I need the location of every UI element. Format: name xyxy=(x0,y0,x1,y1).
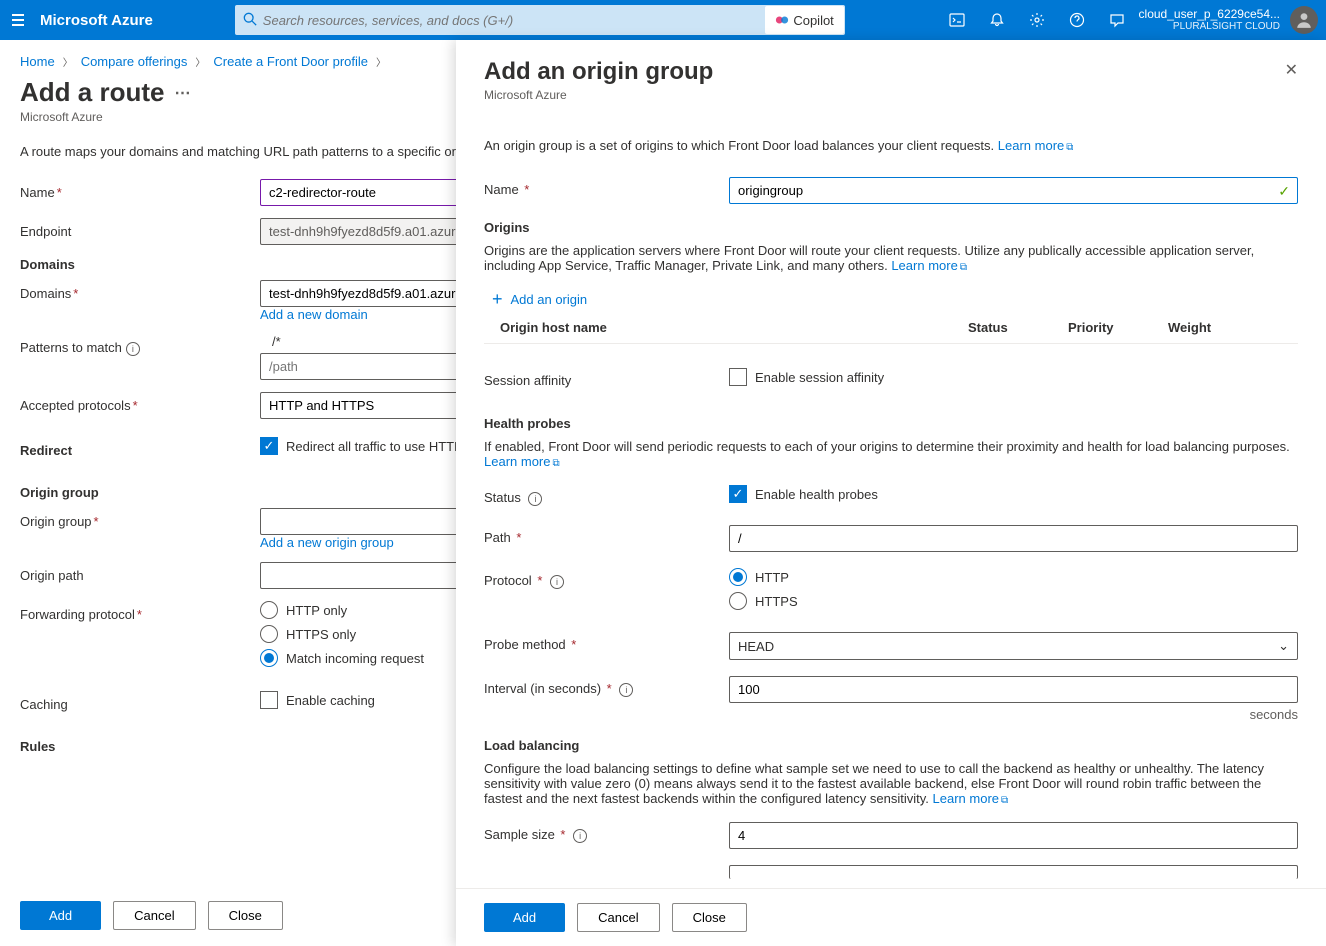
page-footer: Add Cancel Close xyxy=(0,885,460,946)
lb-desc: Configure the load balancing settings to… xyxy=(484,761,1298,806)
protocol-https-radio[interactable] xyxy=(729,592,747,610)
page-cancel-button[interactable]: Cancel xyxy=(113,901,195,930)
add-origin-group-link[interactable]: Add a new origin group xyxy=(260,535,394,550)
plus-icon: + xyxy=(492,289,503,310)
fwd-match-radio[interactable] xyxy=(260,649,278,667)
panel-title: Add an origin group xyxy=(484,58,1298,86)
top-header: Microsoft Azure Copilot cloud_user_p_622… xyxy=(0,0,1326,40)
probe-method-label: Probe method xyxy=(484,637,566,652)
session-affinity-checkbox[interactable] xyxy=(729,368,747,386)
caching-checkbox[interactable] xyxy=(260,691,278,709)
enable-health-checkbox[interactable]: ✓ xyxy=(729,485,747,503)
health-probes-heading: Health probes xyxy=(484,416,1298,431)
header-actions: cloud_user_p_6229ce54... PLURALSIGHT CLO… xyxy=(939,2,1318,38)
learn-more-health[interactable]: Learn more⧉ xyxy=(484,454,560,469)
global-search[interactable]: Copilot xyxy=(235,5,845,35)
patterns-label: Patterns to match xyxy=(20,340,122,355)
sample-size-label: Sample size xyxy=(484,827,555,842)
panel-close-button[interactable]: Close xyxy=(672,903,747,932)
interval-label: Interval (in seconds) xyxy=(484,681,601,696)
origin-group-label: Origin group xyxy=(20,514,92,529)
session-affinity-label: Session affinity xyxy=(484,368,729,388)
info-icon[interactable]: i xyxy=(550,575,564,589)
breadcrumb-compare[interactable]: Compare offerings xyxy=(81,54,188,69)
cloud-shell-icon[interactable] xyxy=(939,2,975,38)
hamburger-menu-icon[interactable] xyxy=(8,10,28,30)
seconds-label: seconds xyxy=(729,707,1298,722)
interval-input[interactable] xyxy=(729,676,1298,703)
fwd-protocol-label: Forwarding protocol xyxy=(20,607,135,622)
side-panel: ✕ Add an origin group Microsoft Azure An… xyxy=(456,40,1326,946)
origins-desc: Origins are the application servers wher… xyxy=(484,243,1298,273)
panel-cancel-button[interactable]: Cancel xyxy=(577,903,659,932)
page-close-button[interactable]: Close xyxy=(208,901,283,930)
protocol-http-radio[interactable] xyxy=(729,568,747,586)
info-icon[interactable]: i xyxy=(619,683,633,697)
info-icon[interactable]: i xyxy=(573,829,587,843)
health-desc: If enabled, Front Door will send periodi… xyxy=(484,439,1298,469)
probe-path-label: Path xyxy=(484,530,511,545)
notifications-icon[interactable] xyxy=(979,2,1015,38)
learn-more-lb[interactable]: Learn more⧉ xyxy=(933,791,1009,806)
fwd-https-radio[interactable] xyxy=(260,625,278,643)
breadcrumb-create[interactable]: Create a Front Door profile xyxy=(213,54,368,69)
feedback-icon[interactable] xyxy=(1099,2,1135,38)
search-input[interactable] xyxy=(263,13,765,28)
origin-path-label: Origin path xyxy=(20,562,260,583)
probe-path-input[interactable] xyxy=(729,525,1298,552)
panel-footer: Add Cancel Close xyxy=(456,888,1326,946)
info-icon[interactable]: i xyxy=(528,492,542,506)
help-icon[interactable] xyxy=(1059,2,1095,38)
origins-heading: Origins xyxy=(484,220,1298,235)
panel-add-button[interactable]: Add xyxy=(484,903,565,932)
user-account[interactable]: cloud_user_p_6229ce54... PLURALSIGHT CLO… xyxy=(1139,7,1286,33)
probe-protocol-label: Protocol xyxy=(484,573,532,588)
probe-method-select[interactable]: HEAD⌄ xyxy=(729,632,1298,660)
page-add-button[interactable]: Add xyxy=(20,901,101,930)
partial-input[interactable] xyxy=(729,865,1298,879)
caching-label: Caching xyxy=(20,691,260,712)
learn-more-link[interactable]: Learn more⧉ xyxy=(998,138,1074,153)
redirect-label: Redirect xyxy=(20,437,260,458)
search-icon xyxy=(243,12,257,29)
more-icon[interactable]: ⋯ xyxy=(174,83,192,103)
origins-table-header: Origin host name Status Priority Weight xyxy=(484,312,1298,344)
add-domain-link[interactable]: Add a new domain xyxy=(260,307,368,322)
domains-label: Domains xyxy=(20,286,71,301)
redirect-checkbox[interactable]: ✓ xyxy=(260,437,278,455)
breadcrumb-home[interactable]: Home xyxy=(20,54,55,69)
validation-check-icon: ✓ xyxy=(1278,183,1290,200)
info-icon[interactable]: i xyxy=(126,342,140,356)
learn-more-origins[interactable]: Learn more⧉ xyxy=(891,258,967,273)
brand-label: Microsoft Azure xyxy=(40,12,153,29)
fwd-http-radio[interactable] xyxy=(260,601,278,619)
lb-heading: Load balancing xyxy=(484,738,1298,753)
probe-status-label: Status xyxy=(484,490,521,505)
panel-name-label: Name xyxy=(484,182,519,197)
close-icon[interactable]: ✕ xyxy=(1285,60,1298,80)
settings-icon[interactable] xyxy=(1019,2,1055,38)
copilot-button[interactable]: Copilot xyxy=(765,6,843,34)
protocols-label: Accepted protocols xyxy=(20,398,131,413)
endpoint-label: Endpoint xyxy=(20,218,260,239)
avatar[interactable] xyxy=(1290,6,1318,34)
chevron-down-icon: ⌄ xyxy=(1278,638,1289,654)
sample-size-input[interactable] xyxy=(729,822,1298,849)
add-origin-button[interactable]: +Add an origin xyxy=(484,287,1298,312)
name-label: Name xyxy=(20,185,55,200)
panel-intro: An origin group is a set of origins to w… xyxy=(484,138,1298,153)
panel-subtitle: Microsoft Azure xyxy=(484,88,1298,102)
origin-group-name-input[interactable] xyxy=(729,177,1298,204)
